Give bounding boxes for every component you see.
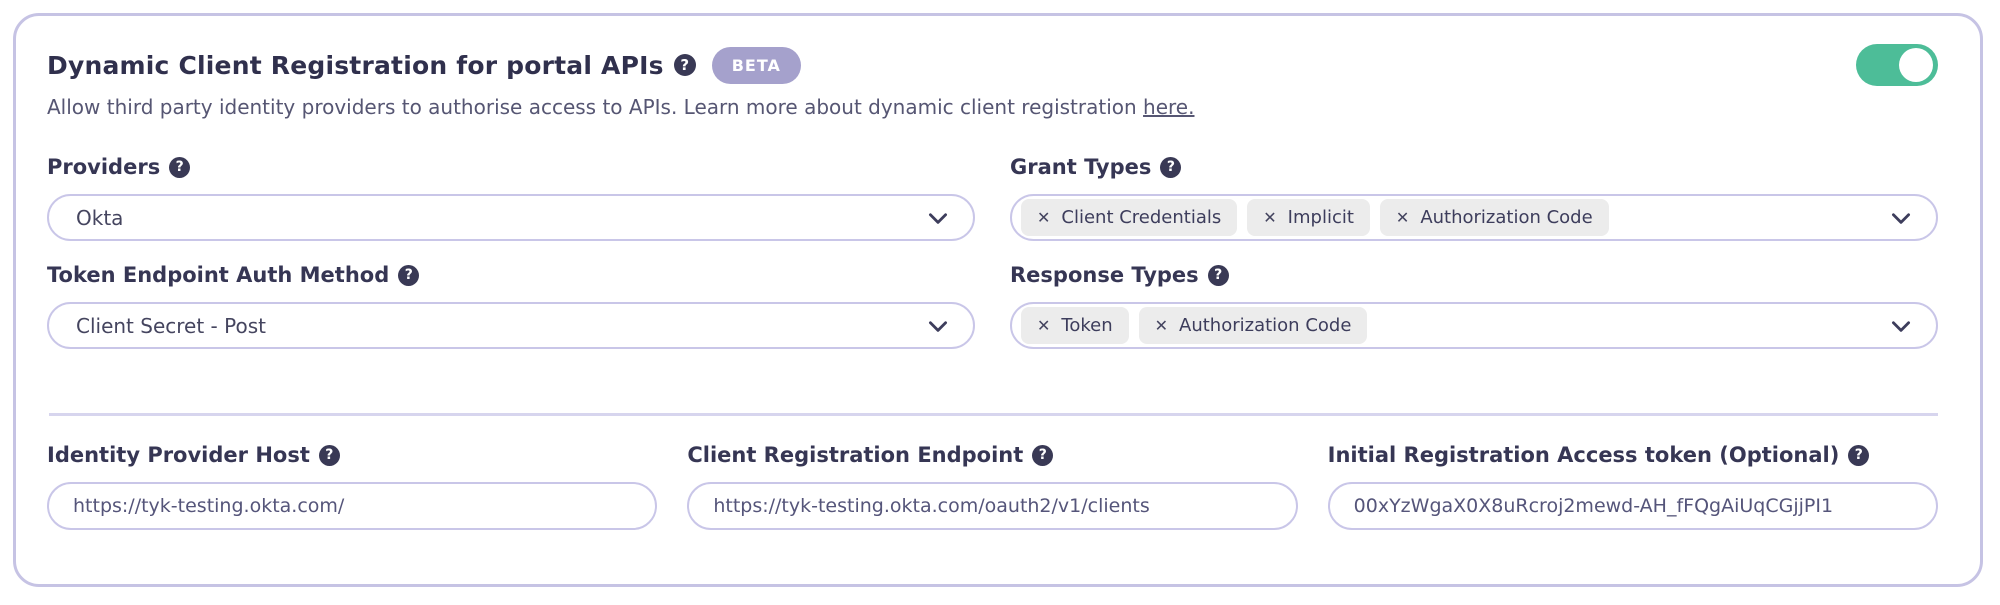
response-types-label-text: Response Types: [1010, 263, 1199, 287]
identity-provider-host-label-text: Identity Provider Host: [47, 443, 310, 467]
tag-label: Authorization Code: [1420, 207, 1592, 228]
help-icon[interactable]: ?: [1032, 445, 1053, 466]
remove-tag-icon[interactable]: ✕: [1263, 208, 1276, 227]
chevron-down-icon[interactable]: [1888, 313, 1914, 339]
grant-types-field: Grant Types ? ✕ Client Credentials ✕ Implic…: [1010, 155, 1938, 241]
card-subtitle: Allow third party identity providers to …: [47, 95, 1938, 119]
remove-tag-icon[interactable]: ✕: [1155, 316, 1168, 335]
section-divider: [49, 413, 1938, 416]
client-registration-endpoint-label-text: Client Registration Endpoint: [687, 443, 1023, 467]
identity-provider-host-label: Identity Provider Host ?: [47, 443, 657, 467]
beta-badge: BETA: [712, 47, 801, 84]
tag-label: Token: [1061, 315, 1112, 336]
response-types-tags: ✕ Token ✕ Authorization Code: [1021, 307, 1367, 344]
page-title: Dynamic Client Registration for portal A…: [47, 51, 664, 80]
tag-label: Client Credentials: [1061, 207, 1221, 228]
selected-option-tag: ✕ Client Credentials: [1021, 199, 1237, 236]
chevron-down-icon[interactable]: [925, 205, 951, 231]
help-icon[interactable]: ?: [1208, 265, 1229, 286]
tag-label: Authorization Code: [1179, 315, 1351, 336]
tag-label: Implicit: [1288, 207, 1354, 228]
card-header: Dynamic Client Registration for portal A…: [47, 44, 1938, 86]
response-types-field: Response Types ? ✕ Token ✕ Authorization Co…: [1010, 263, 1938, 349]
form-grid-bottom: Identity Provider Host ? Client Registra…: [47, 443, 1938, 530]
help-icon[interactable]: ?: [169, 157, 190, 178]
grant-types-multiselect[interactable]: ✕ Client Credentials ✕ Implicit ✕ Authorizati…: [1010, 194, 1938, 241]
providers-label-text: Providers: [47, 155, 160, 179]
identity-provider-host-input[interactable]: [47, 482, 657, 530]
remove-tag-icon[interactable]: ✕: [1037, 208, 1050, 227]
token-endpoint-auth-method-select[interactable]: Client Secret - Post: [47, 302, 975, 349]
chevron-down-icon[interactable]: [925, 313, 951, 339]
token-endpoint-auth-method-field: Token Endpoint Auth Method ? Client Secr…: [47, 263, 975, 349]
token-endpoint-auth-method-label: Token Endpoint Auth Method ?: [47, 263, 975, 287]
response-types-multiselect[interactable]: ✕ Token ✕ Authorization Code: [1010, 302, 1938, 349]
help-icon[interactable]: ?: [319, 445, 340, 466]
learn-more-link[interactable]: here.: [1143, 95, 1194, 119]
enable-toggle[interactable]: [1856, 44, 1938, 86]
identity-provider-host-field: Identity Provider Host ?: [47, 443, 657, 530]
grant-types-label-text: Grant Types: [1010, 155, 1151, 179]
help-icon[interactable]: ?: [1160, 157, 1181, 178]
selected-option-tag: ✕ Implicit: [1247, 199, 1370, 236]
client-registration-endpoint-field: Client Registration Endpoint ?: [687, 443, 1297, 530]
remove-tag-icon[interactable]: ✕: [1037, 316, 1050, 335]
providers-selected-value: Okta: [76, 206, 925, 230]
subtitle-text: Allow third party identity providers to …: [47, 95, 1143, 119]
providers-select[interactable]: Okta: [47, 194, 975, 241]
selected-option-tag: ✕ Authorization Code: [1380, 199, 1609, 236]
form-grid-top: Providers ? Okta Grant Types ? ✕ Client C…: [47, 155, 1938, 349]
initial-registration-access-token-field: Initial Registration Access token (Optio…: [1328, 443, 1938, 530]
client-registration-endpoint-input[interactable]: [687, 482, 1297, 530]
help-icon[interactable]: ?: [1848, 445, 1869, 466]
grant-types-tags: ✕ Client Credentials ✕ Implicit ✕ Authorizati…: [1021, 199, 1609, 236]
providers-label: Providers ?: [47, 155, 975, 179]
token-endpoint-auth-method-label-text: Token Endpoint Auth Method: [47, 263, 389, 287]
toggle-knob-icon: [1899, 48, 1933, 82]
response-types-label: Response Types ?: [1010, 263, 1938, 287]
providers-field: Providers ? Okta: [47, 155, 975, 241]
grant-types-label: Grant Types ?: [1010, 155, 1938, 179]
initial-registration-access-token-label-text: Initial Registration Access token (Optio…: [1328, 443, 1840, 467]
help-icon[interactable]: ?: [398, 265, 419, 286]
token-endpoint-auth-method-selected-value: Client Secret - Post: [76, 314, 925, 338]
selected-option-tag: ✕ Token: [1021, 307, 1129, 344]
help-icon[interactable]: ?: [674, 54, 696, 76]
dynamic-client-registration-card: Dynamic Client Registration for portal A…: [13, 13, 1983, 587]
remove-tag-icon[interactable]: ✕: [1396, 208, 1409, 227]
client-registration-endpoint-label: Client Registration Endpoint ?: [687, 443, 1297, 467]
selected-option-tag: ✕ Authorization Code: [1139, 307, 1368, 344]
initial-registration-access-token-input[interactable]: [1328, 482, 1938, 530]
chevron-down-icon[interactable]: [1888, 205, 1914, 231]
initial-registration-access-token-label: Initial Registration Access token (Optio…: [1328, 443, 1938, 467]
